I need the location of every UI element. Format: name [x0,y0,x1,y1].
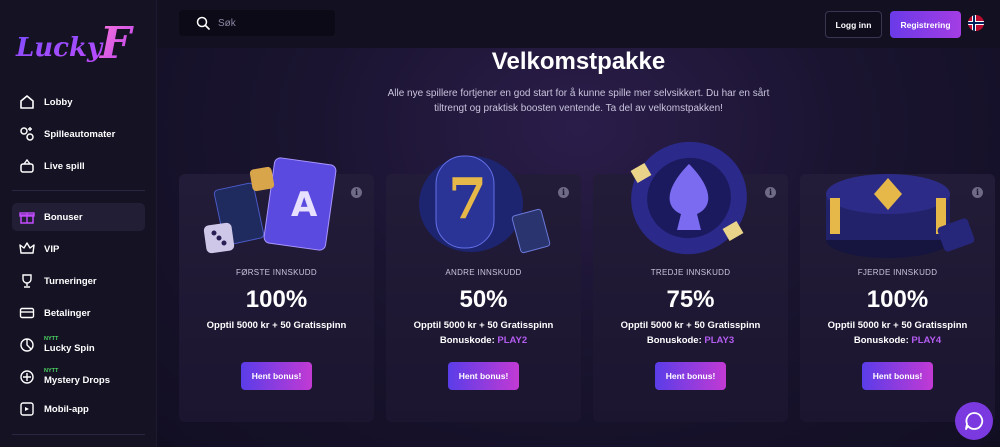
sidebar-item-label: Lobby [44,96,73,108]
card-offer: Opptil 5000 kr + 50 Gratisspinn [413,320,554,331]
mobile-icon [18,400,36,418]
claim-bonus-button[interactable]: Hent bonus! [241,362,312,390]
chat-icon [965,412,984,430]
claim-bonus-button[interactable]: Hent bonus! [655,362,726,390]
claim-bonus-button[interactable]: Hent bonus! [448,362,519,390]
drops-icon [18,368,36,386]
info-icon[interactable]: i [765,187,776,198]
slots-icon [18,125,36,143]
login-button[interactable]: Logg inn [825,11,882,38]
sidebar-item-label: Mobil-app [44,403,89,415]
crown-icon [18,240,36,258]
sidebar-item-label: Lucky Spin [44,343,95,354]
card-percent: 50% [459,286,508,313]
card-label: TREDJE INNSKUDD [650,268,731,277]
sidebar-item-lucky-spin[interactable]: NYTT Lucky Spin [12,331,145,359]
sidebar-item-text: NYTT Mystery Drops [44,368,110,386]
chip-stack-icon [826,174,975,258]
card-percent: 100% [866,286,929,313]
bonus-card: i TREDJE INNSKUDD 75% Opptil 5000 kr + 5… [593,141,788,422]
sidebar-item-betalinger[interactable]: Betalinger [12,299,145,327]
new-badge: NYTT [44,368,59,374]
bonus-code: Bonuskode: PLAY3 [593,335,788,346]
sidebar-item-text: NYTT Lucky Spin [44,336,95,354]
search-icon [196,16,210,30]
sidebar-item-label: Mystery Drops [44,375,110,386]
bonus-code-value[interactable]: PLAY4 [911,335,941,346]
card-offer: Opptil 5000 kr + 50 Gratisspinn [620,320,761,331]
svg-text:A: A [291,185,318,225]
poker-chip-icon [630,141,747,255]
sidebar-item-mobil-app[interactable]: Mobil-app [12,395,145,423]
search-input[interactable] [218,17,328,29]
info-icon[interactable]: i [972,187,983,198]
cards-dice-icon: A [203,157,337,254]
bonus-code-value[interactable]: PLAY3 [704,335,734,346]
norway-flag-icon[interactable] [968,15,984,31]
gift-icon [18,208,36,226]
sidebar-divider [12,434,145,435]
slot-reel-icon: 7 [419,155,551,254]
sidebar-item-spilleautomater[interactable]: Spilleautomater [12,120,145,148]
live-chat-button[interactable] [955,402,993,440]
sidebar-item-label: Turneringer [44,275,97,287]
bonus-code: Bonuskode: PLAY2 [386,335,581,346]
lucky-f-logo[interactable]: Lucky F [12,8,142,70]
card-offer: Opptil 5000 kr + 50 Gratisspinn [827,320,968,331]
bonus-code-label: Bonuskode: [439,335,495,346]
sidebar-item-label: Live spill [44,160,85,172]
info-icon[interactable]: i [351,187,362,198]
svg-text:F: F [98,18,134,69]
home-icon [18,93,36,111]
card-icon [18,304,36,322]
sidebar-item-bonuser[interactable]: Bonuser [12,203,145,231]
main-content: Velkomstpakke Alle nye spillere fortjene… [157,48,1000,447]
bonus-code: Bonuskode: PLAY4 [800,335,995,346]
claim-bonus-button[interactable]: Hent bonus! [862,362,933,390]
card-label: ANDRE INNSKUDD [445,268,522,277]
bonus-card: A i FØRSTE INNSKUDD 100% Opptil 5000 kr … [179,157,374,422]
card-label: FØRSTE INNSKUDD [236,268,317,277]
register-button[interactable]: Registrering [890,11,961,38]
card-percent: 100% [245,286,308,313]
sidebar: Lucky F Lobby Spilleautomater Live spill… [0,0,157,447]
card-offer: Opptil 5000 kr + 50 Gratisspinn [206,320,347,331]
sidebar-item-vip[interactable]: VIP [12,235,145,263]
sidebar-item-live-spill[interactable]: Live spill [12,152,145,180]
sidebar-item-mystery-drops[interactable]: NYTT Mystery Drops [12,363,145,391]
info-icon[interactable]: i [558,187,569,198]
page-subtitle: Alle nye spillere fortjener en god start… [387,88,770,114]
new-badge: NYTT [44,336,59,342]
svg-text:7: 7 [448,166,487,232]
sidebar-item-turneringer[interactable]: Turneringer [12,267,145,295]
page-title: Velkomstpakke [491,48,666,75]
card-percent: 75% [666,286,715,313]
sidebar-item-label: Bonuser [44,211,83,223]
spin-icon [18,336,36,354]
card-label: FJERDE INNSKUDD [857,268,938,277]
svg-text:Lucky: Lucky [15,33,104,63]
bonus-card: 7 i ANDRE INNSKUDD 50% Opptil 5000 kr + … [386,155,581,422]
sidebar-item-label: Betalinger [44,307,91,319]
sidebar-item-label: Spilleautomater [44,128,116,140]
bonus-code-label: Bonuskode: [853,335,909,346]
bonus-card: i FJERDE INNSKUDD 100% Opptil 5000 kr + … [800,174,995,422]
live-icon [18,157,36,175]
sidebar-divider [12,190,145,191]
sidebar-item-lobby[interactable]: Lobby [12,88,145,116]
top-bar: Logg inn Registrering [157,0,1000,48]
sidebar-item-label: VIP [44,243,60,255]
trophy-icon [18,272,36,290]
bonus-code-label: Bonuskode: [646,335,702,346]
search-box[interactable] [179,10,335,36]
bonus-code-value[interactable]: PLAY2 [497,335,527,346]
